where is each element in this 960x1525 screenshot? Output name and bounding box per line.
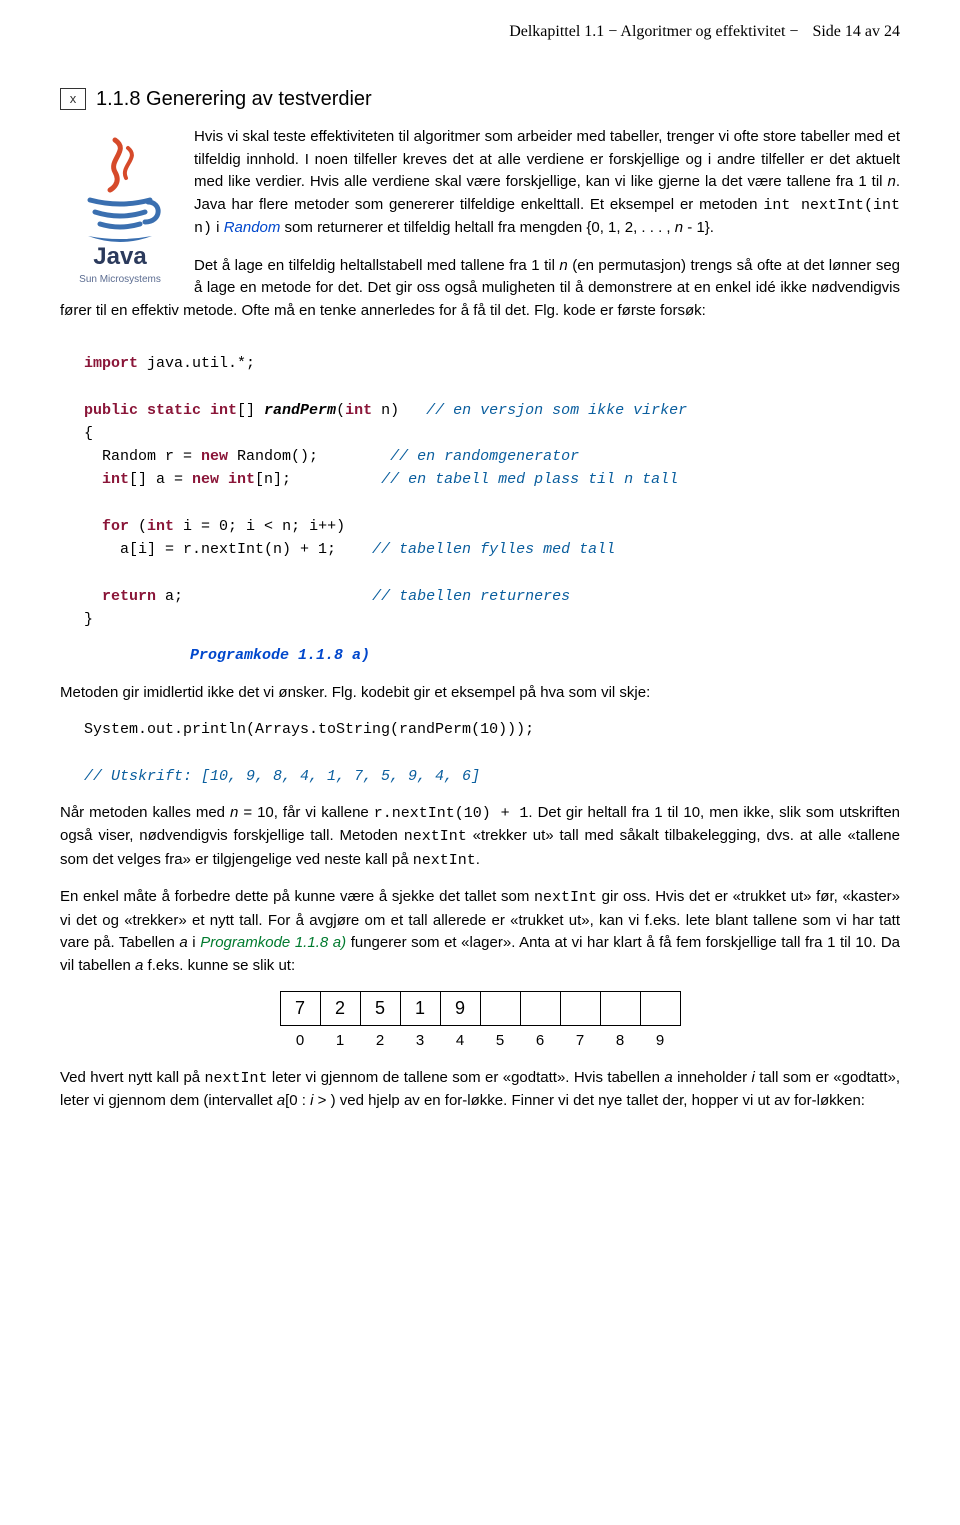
array-cell: 2: [320, 992, 360, 1026]
array-indices-row: 0 1 2 3 4 5 6 7 8 9: [280, 1026, 680, 1053]
array-index: 4: [440, 1026, 480, 1053]
header-separator: −: [789, 23, 798, 40]
section-title: 1.1.8 Generering av testverdier: [96, 84, 372, 114]
header-chapter: Delkapittel 1.1 − Algoritmer og effektiv…: [509, 23, 785, 40]
paragraph-2: Det å lage en tilfeldig heltallstabell m…: [60, 255, 900, 323]
array-index: 5: [480, 1026, 520, 1053]
code-caption-1: Programkode 1.1.8 a): [190, 645, 900, 668]
svg-text:Java: Java: [93, 243, 147, 270]
array-cell: 7: [280, 992, 320, 1026]
header-page: Side 14 av 24: [812, 23, 900, 40]
array-index: 1: [320, 1026, 360, 1053]
array-index: 9: [640, 1026, 680, 1053]
code-block-1: import java.util.*; public static int[] …: [84, 352, 900, 631]
array-cell: 9: [440, 992, 480, 1026]
array-index: 7: [560, 1026, 600, 1053]
page-header: Delkapittel 1.1 − Algoritmer og effektiv…: [60, 20, 900, 44]
paragraph-3: Metoden gir imidlertid ikke det vi ønske…: [60, 682, 900, 705]
array-cell: 1: [400, 992, 440, 1026]
random-class-link[interactable]: Random: [224, 219, 281, 236]
java-cup-icon: Java: [60, 130, 180, 270]
array-index: 2: [360, 1026, 400, 1053]
array-cell: [520, 992, 560, 1026]
programkode-118a-link[interactable]: Programkode 1.1.8 a): [200, 934, 346, 951]
intro-block: Java Sun Microsystems Hvis vi skal teste…: [60, 126, 900, 336]
paragraph-6: Ved hvert nytt kall på nextInt leter vi …: [60, 1067, 900, 1113]
array-index: 6: [520, 1026, 560, 1053]
array-cell: [600, 992, 640, 1026]
array-index: 0: [280, 1026, 320, 1053]
array-cell: [640, 992, 680, 1026]
array-cell: [560, 992, 600, 1026]
paragraph-1: Hvis vi skal teste effektiviteten til al…: [60, 126, 900, 241]
array-cell: [480, 992, 520, 1026]
section-header: x 1.1.8 Generering av testverdier: [60, 84, 900, 114]
array-index: 8: [600, 1026, 640, 1053]
paragraph-5: En enkel måte å forbedre dette på kunne …: [60, 886, 900, 977]
index-link-icon[interactable]: x: [60, 88, 86, 110]
array-cell: 5: [360, 992, 400, 1026]
code-block-2: System.out.println(Arrays.toString(randP…: [84, 718, 900, 788]
java-vendor-label: Sun Microsystems: [60, 272, 180, 287]
java-logo: Java Sun Microsystems: [60, 130, 180, 287]
array-cells-row: 7 2 5 1 9: [280, 992, 680, 1026]
array-figure: 7 2 5 1 9 0 1 2 3 4 5 6 7 8 9: [60, 991, 900, 1053]
array-index: 3: [400, 1026, 440, 1053]
paragraph-4: Når metoden kalles med n = 10, får vi ka…: [60, 802, 900, 873]
